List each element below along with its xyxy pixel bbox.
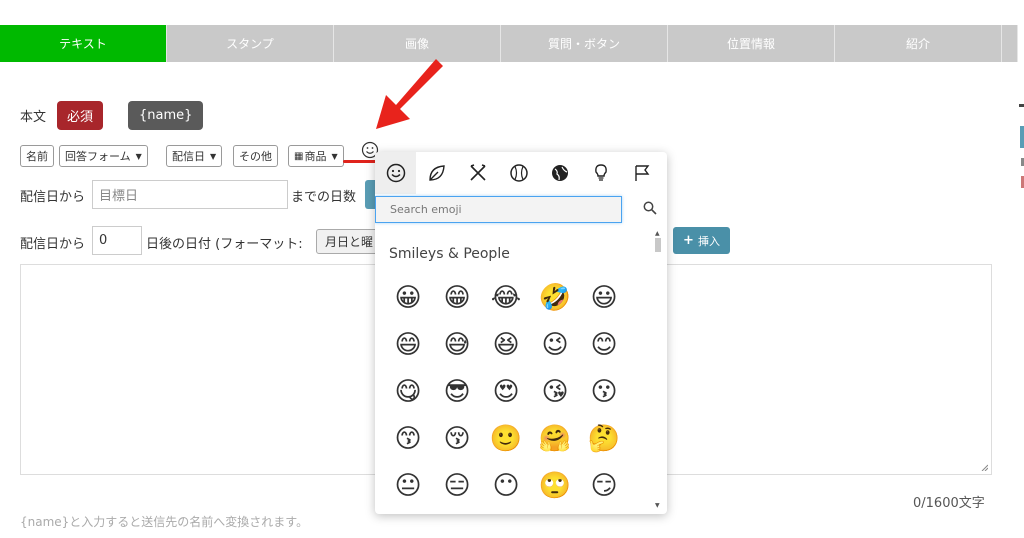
required-badge: 必須 [57, 101, 104, 130]
emoji-item[interactable]: 😄 [389, 326, 427, 364]
emoji-item[interactable]: 😍 [487, 373, 525, 411]
insert-label: 挿入 [697, 234, 720, 248]
tab-text[interactable]: テキスト [0, 25, 167, 62]
right-panel-fragment [1019, 104, 1024, 107]
emoji-item[interactable]: 😶 [487, 467, 525, 505]
delivery-date-dropdown[interactable]: 配信日 ▼ [166, 145, 223, 167]
emoji-item[interactable]: 😅 [438, 326, 476, 364]
scroll-down-icon[interactable]: ▼ [655, 502, 660, 509]
insert-button[interactable]: + 挿入 [673, 227, 730, 254]
emoji-item[interactable]: 😃 [585, 279, 623, 317]
emoji-item[interactable]: 😎 [438, 373, 476, 411]
right-panel-button-fragment[interactable] [1020, 126, 1024, 148]
emoji-item[interactable]: 😊 [585, 326, 623, 364]
answer-form-dropdown[interactable]: 回答フォーム ▼ [59, 145, 148, 167]
tab-question-button[interactable]: 質問・ボタン [501, 25, 668, 62]
scroll-up-icon[interactable]: ▲ [655, 230, 660, 237]
target-date-placeholder: 目標日 [99, 189, 139, 204]
grid-icon: ▦ [294, 150, 304, 162]
plus-icon: + [683, 233, 694, 248]
emoji-item[interactable]: 😏 [585, 467, 623, 505]
emoji-item[interactable]: 😆 [487, 326, 525, 364]
target-date-input[interactable]: 目標日 [92, 180, 288, 209]
format-label: 月日と曜 [325, 235, 374, 249]
flag-category-icon[interactable] [621, 152, 662, 194]
emoji-item[interactable]: 😉 [536, 326, 574, 364]
emoji-item[interactable]: 😙 [389, 420, 427, 458]
emoji-item[interactable]: 🙄 [536, 467, 574, 505]
emoji-item[interactable]: 🤣 [536, 279, 574, 317]
tab-overflow [1002, 25, 1018, 62]
emoji-search-row: Search emoji [375, 194, 667, 228]
globe-category-icon[interactable] [539, 152, 580, 194]
utensils-category-icon[interactable] [457, 152, 498, 194]
emoji-item[interactable]: 😘 [536, 373, 574, 411]
tab-stamp[interactable]: スタンプ [167, 25, 334, 62]
character-counter: 0/1600文字 [913, 496, 985, 511]
delivery-date-label: 配信日 [172, 150, 205, 163]
product-dropdown[interactable]: ▦ 商品 ▼ [288, 145, 344, 167]
emoji-item[interactable]: 🙂 [487, 420, 525, 458]
tab-introduction[interactable]: 紹介 [835, 25, 1002, 62]
emoji-search-input[interactable]: Search emoji [375, 196, 622, 223]
emoji-item[interactable]: 😂 [487, 279, 525, 317]
emoji-item[interactable]: 🤔 [585, 420, 623, 458]
chevron-down-icon: ▼ [210, 151, 217, 161]
days-after-value: 0 [99, 233, 108, 248]
emoji-item[interactable]: 😑 [438, 467, 476, 505]
smiley-category-icon[interactable] [375, 152, 416, 194]
date-row-prefix: 配信日から [20, 237, 86, 252]
ball-category-icon[interactable] [498, 152, 539, 194]
emoji-item[interactable]: 🤗 [536, 420, 574, 458]
date-row-suffix: 日後の日付 (フォーマット: [146, 237, 303, 252]
top-strip [0, 0, 1024, 25]
days-row-suffix: までの日数 [291, 190, 357, 205]
red-arrow-icon [376, 59, 443, 129]
days-after-input[interactable]: 0 [92, 226, 142, 255]
emoji-item[interactable]: 😚 [438, 420, 476, 458]
tab-location[interactable]: 位置情報 [668, 25, 835, 62]
emoji-item[interactable]: 😁 [438, 279, 476, 317]
emoji-item[interactable]: 😐 [389, 467, 427, 505]
answer-form-label: 回答フォーム [65, 150, 131, 163]
lightbulb-category-icon[interactable] [580, 152, 621, 194]
emoji-item[interactable]: 😀 [389, 279, 427, 317]
other-label: その他 [239, 150, 272, 163]
scroll-thumb[interactable] [655, 238, 661, 252]
other-button[interactable]: その他 [233, 145, 278, 167]
product-label: 商品 [304, 150, 327, 163]
insert-name-label: 名前 [26, 150, 48, 163]
emoji-search-placeholder: Search emoji [390, 203, 462, 216]
name-conversion-note: {name}と入力すると送信先の名前へ変換されます。 [20, 515, 309, 529]
body-label: 本文 [20, 110, 47, 125]
emoji-scrollbar[interactable]: ▲ ▼ [653, 230, 663, 514]
emoji-item[interactable]: 😗 [585, 373, 623, 411]
emoji-category-bar [375, 152, 667, 194]
days-row-prefix: 配信日から [20, 190, 86, 205]
chevron-down-icon: ▼ [135, 151, 142, 161]
emoji-item[interactable]: 😋 [389, 373, 427, 411]
leaf-category-icon[interactable] [416, 152, 457, 194]
emoji-picker: Search emoji Smileys & People 😀 😁 😂 🤣 😃 😄 😅 😆 😉 😊… [375, 152, 667, 514]
chevron-down-icon: ▼ [331, 151, 338, 161]
name-variable-button[interactable]: {name} [128, 101, 204, 130]
emoji-section-title: Smileys & People [389, 246, 510, 262]
insert-name-button[interactable]: 名前 [20, 145, 54, 167]
message-type-tabs: テキスト スタンプ 画像 質問・ボタン 位置情報 紹介 [0, 25, 1024, 62]
resize-handle-icon[interactable] [981, 464, 988, 471]
search-icon[interactable] [643, 201, 657, 219]
